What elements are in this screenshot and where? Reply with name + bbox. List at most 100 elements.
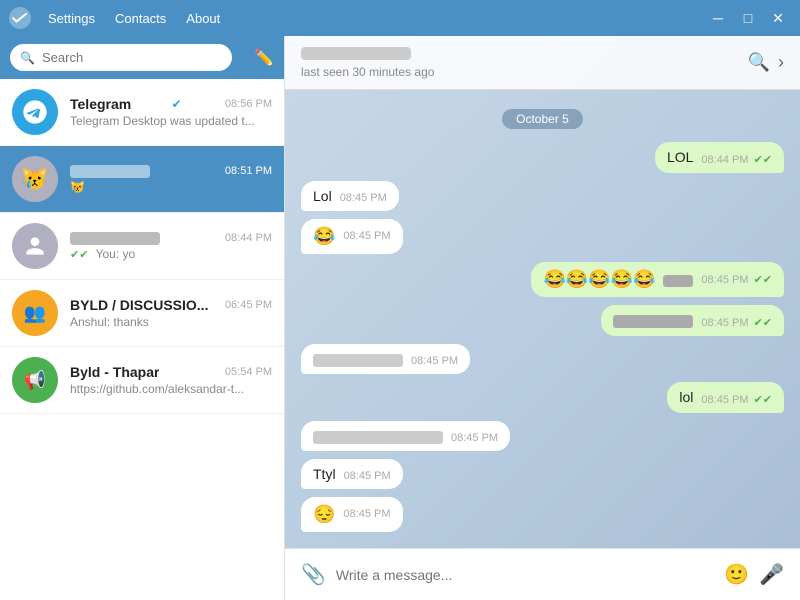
- chat-status: last seen 30 minutes ago: [301, 65, 748, 79]
- search-container: 🔍: [10, 44, 246, 71]
- bubble-time: 08:45 PM: [343, 230, 390, 242]
- bubble-emoji-incoming: 😂 08:45 PM: [301, 219, 403, 254]
- chat-time-byld-channel: 05:54 PM: [225, 366, 272, 378]
- bubble-ttyl: Ttyl 08:45 PM: [301, 459, 403, 489]
- close-button[interactable]: ✕: [764, 4, 792, 32]
- maximize-button[interactable]: □: [734, 4, 762, 32]
- chat-header-telegram: Telegram ✔ 08:56 PM: [70, 96, 272, 112]
- more-options-button[interactable]: ›: [778, 52, 784, 73]
- blurred-content: [613, 315, 693, 328]
- chat-preview-byld-channel: https://github.com/aleksandar-t...: [70, 382, 272, 396]
- bubble-time: 08:45 PM: [343, 508, 390, 520]
- title-bar: Settings Contacts About ─ □ ✕: [0, 0, 800, 36]
- chat-header-bar: last seen 30 minutes ago 🔍 ›: [285, 36, 800, 90]
- read-receipt-icon: ✔✔: [70, 249, 88, 261]
- chat-content-telegram: Telegram ✔ 08:56 PM Telegram Desktop was…: [70, 96, 272, 128]
- sidebar: 🔍 ✏️ Telegram ✔ 08:56 PM: [0, 36, 285, 600]
- window-controls: ─ □ ✕: [704, 4, 792, 32]
- bubble-time: 08:45 PM: [451, 432, 498, 444]
- message-row: Ttyl 08:45 PM: [301, 459, 784, 489]
- chat-name-byld-group: BYLD / DISCUSSIO...: [70, 297, 208, 313]
- bubble-blurred-incoming: 08:45 PM: [301, 344, 470, 374]
- bubble-time: 08:45 PM ✔✔: [701, 393, 772, 406]
- app-logo: [8, 6, 32, 30]
- message-row: 08:45 PM: [301, 344, 784, 374]
- chat-window: last seen 30 minutes ago 🔍 › October 5 L…: [285, 36, 800, 600]
- bubble-lol2-outgoing: lol 08:45 PM ✔✔: [667, 382, 784, 413]
- chat-item-telegram[interactable]: Telegram ✔ 08:56 PM Telegram Desktop was…: [0, 79, 284, 146]
- search-chat-button[interactable]: 🔍: [748, 52, 770, 73]
- message-row: 08:45 PM ✔✔: [301, 305, 784, 336]
- message-row: Lol 08:45 PM: [301, 181, 784, 211]
- chat-preview-byld-group: Anshul: thanks: [70, 315, 272, 329]
- blurred-suffix: [663, 275, 693, 287]
- chat-header-info: last seen 30 minutes ago: [301, 47, 748, 79]
- chat-item-byld-group[interactable]: 👥 BYLD / DISCUSSIO... 06:45 PM Anshul: t…: [0, 280, 284, 347]
- message-input[interactable]: [336, 567, 714, 583]
- bubble-time: 08:45 PM ✔✔: [701, 316, 772, 329]
- avatar-blurred1: 😿: [12, 156, 58, 202]
- message-row: 😂😂😂😂😂 08:45 PM ✔✔: [301, 262, 784, 297]
- blurred-content: [313, 431, 443, 444]
- bubble-lol: LOL 08:44 PM ✔✔: [655, 142, 784, 173]
- message-row: 😂 08:45 PM: [301, 219, 784, 254]
- chat-content-blurred1: 08:51 PM 😿: [70, 165, 272, 194]
- bubble-blurred-outgoing: 08:45 PM ✔✔: [601, 305, 784, 336]
- chat-preview-telegram: Telegram Desktop was updated t...: [70, 114, 272, 128]
- chat-header-blurred2: 08:44 PM: [70, 232, 272, 245]
- blurred-content: [313, 354, 403, 367]
- chat-time-blurred2: 08:44 PM: [225, 232, 272, 244]
- menu-settings[interactable]: Settings: [40, 7, 103, 30]
- bubble-time: 08:45 PM ✔✔: [701, 273, 772, 286]
- chat-preview-blurred1: 😿: [70, 180, 272, 194]
- emoji-picker-icon[interactable]: 🙂: [724, 562, 749, 587]
- contact-name-blurred: [301, 47, 411, 60]
- message-row: LOL 08:44 PM ✔✔: [301, 142, 784, 173]
- chat-name-telegram: Telegram: [70, 96, 131, 112]
- avatar-blurred2: [12, 223, 58, 269]
- menu-about[interactable]: About: [178, 7, 228, 30]
- chat-content-byld-channel: Byld - Thapar 05:54 PM https://github.co…: [70, 364, 272, 396]
- chat-item-byld-channel[interactable]: 📢 Byld - Thapar 05:54 PM https://github.…: [0, 347, 284, 414]
- chat-name-blurred1: [70, 165, 150, 178]
- chat-time-blurred1: 08:51 PM: [225, 165, 272, 177]
- search-input[interactable]: [10, 44, 232, 71]
- main-area: 🔍 ✏️ Telegram ✔ 08:56 PM: [0, 36, 800, 600]
- chat-item-blurred2[interactable]: 08:44 PM ✔✔ You: yo: [0, 213, 284, 280]
- chat-preview-blurred2: ✔✔ You: yo: [70, 247, 272, 261]
- chat-header-byld-channel: Byld - Thapar 05:54 PM: [70, 364, 272, 380]
- chat-time-byld-group: 06:45 PM: [225, 299, 272, 311]
- search-bar: 🔍 ✏️: [0, 36, 284, 79]
- chat-time-telegram: 08:56 PM: [225, 98, 272, 110]
- chat-header-actions: 🔍 ›: [748, 52, 784, 73]
- minimize-button[interactable]: ─: [704, 4, 732, 32]
- bubble-time: 08:45 PM: [340, 192, 387, 204]
- chat-name-byld-channel: Byld - Thapar: [70, 364, 159, 380]
- verified-badge: ✔: [172, 97, 182, 111]
- message-row: lol 08:45 PM ✔✔: [301, 382, 784, 413]
- avatar-byld-channel: 📢: [12, 357, 58, 403]
- chat-content-blurred2: 08:44 PM ✔✔ You: yo: [70, 232, 272, 261]
- chat-item-blurred1[interactable]: 😿 08:51 PM 😿: [0, 146, 284, 213]
- chat-header-byld-group: BYLD / DISCUSSIO... 06:45 PM: [70, 297, 272, 313]
- avatar-byld-group: 👥: [12, 290, 58, 336]
- search-icon: 🔍: [20, 51, 35, 65]
- bubble-time: 08:45 PM: [344, 470, 391, 482]
- chat-header-blurred1: 08:51 PM: [70, 165, 272, 178]
- chat-name-blurred2: [70, 232, 160, 245]
- chat-content-byld-group: BYLD / DISCUSSIO... 06:45 PM Anshul: tha…: [70, 297, 272, 329]
- attach-icon[interactable]: 📎: [301, 562, 326, 587]
- chat-list: Telegram ✔ 08:56 PM Telegram Desktop was…: [0, 79, 284, 600]
- date-divider: October 5: [301, 110, 784, 128]
- bubble-time: 08:45 PM: [411, 355, 458, 367]
- input-bar: 📎 🙂 🎤: [285, 548, 800, 600]
- message-row: 😔 08:45 PM: [301, 497, 784, 532]
- bubble-emoji-outgoing: 😂😂😂😂😂 08:45 PM ✔✔: [531, 262, 784, 297]
- compose-icon[interactable]: ✏️: [254, 48, 274, 68]
- avatar-telegram: [12, 89, 58, 135]
- voice-record-icon[interactable]: 🎤: [759, 562, 784, 587]
- message-row: 08:45 PM: [301, 421, 784, 451]
- menu-contacts[interactable]: Contacts: [107, 7, 174, 30]
- menu-bar: Settings Contacts About: [40, 7, 228, 30]
- bubble-sad-emoji: 😔 08:45 PM: [301, 497, 403, 532]
